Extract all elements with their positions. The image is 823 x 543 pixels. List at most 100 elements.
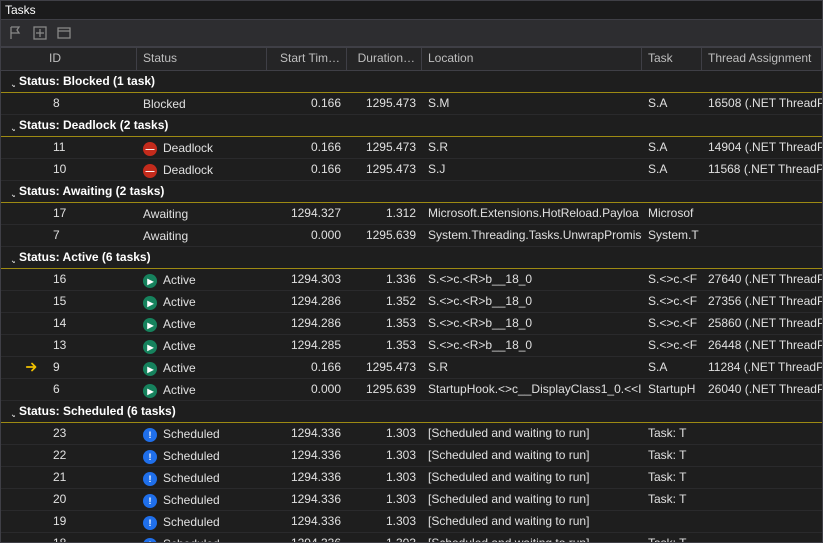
cell-duration: 1295.473	[347, 137, 422, 158]
group-blocked[interactable]: ⌄Status: Blocked (1 task)	[1, 71, 822, 93]
cell-status: Scheduled	[137, 533, 267, 542]
col-location[interactable]: Location	[422, 48, 642, 70]
row-gutter	[1, 269, 21, 290]
table-row[interactable]: 7Awaiting0.0001295.639System.Threading.T…	[1, 225, 822, 247]
cell-task: S.A	[642, 137, 702, 158]
row-current-marker	[21, 203, 43, 224]
row-current-marker	[21, 445, 43, 466]
col-id[interactable]: ID	[43, 48, 137, 70]
table-row[interactable]: 20Scheduled1294.3361.303[Scheduled and w…	[1, 489, 822, 511]
cell-status: Awaiting	[137, 225, 267, 246]
table-row[interactable]: 21Scheduled1294.3361.303[Scheduled and w…	[1, 467, 822, 489]
row-gutter	[1, 313, 21, 334]
cell-id: 16	[43, 269, 137, 290]
table-row[interactable]: 6Active0.0001295.639StartupHook.<>c__Dis…	[1, 379, 822, 401]
table-row[interactable]: 23Scheduled1294.3361.303[Scheduled and w…	[1, 423, 822, 445]
row-gutter	[1, 159, 21, 180]
col-duration[interactable]: Duration…	[347, 48, 422, 70]
cell-id: 22	[43, 445, 137, 466]
active-status-icon	[143, 384, 157, 398]
table-row[interactable]: 18Scheduled1294.3361.303[Scheduled and w…	[1, 533, 822, 542]
row-gutter	[1, 489, 21, 510]
group-label: Status: Deadlock (2 tasks)	[15, 115, 172, 136]
cell-start: 0.000	[267, 225, 347, 246]
col-thread[interactable]: Thread Assignment	[702, 48, 822, 70]
grid-body[interactable]: ⌄Status: Blocked (1 task)8Blocked0.16612…	[1, 71, 822, 542]
col-gutter[interactable]	[1, 48, 21, 70]
status-text: Awaiting	[143, 229, 188, 243]
cell-start: 1294.336	[267, 445, 347, 466]
window-icon[interactable]	[53, 22, 75, 44]
cell-status: Active	[137, 313, 267, 334]
group-active[interactable]: ⌄Status: Active (6 tasks)	[1, 247, 822, 269]
current-task-arrow-icon	[25, 360, 39, 374]
status-text: Active	[163, 273, 196, 287]
cell-id: 10	[43, 159, 137, 180]
cell-status: Scheduled	[137, 511, 267, 532]
table-row[interactable]: 8Blocked0.1661295.473S.MS.A16508 (.NET T…	[1, 93, 822, 115]
status-text: Scheduled	[163, 515, 220, 529]
status-text: Active	[163, 339, 196, 353]
toolbar	[1, 20, 822, 47]
group-awaiting[interactable]: ⌄Status: Awaiting (2 tasks)	[1, 181, 822, 203]
row-gutter	[1, 93, 21, 114]
status-text: Active	[163, 295, 196, 309]
row-current-marker	[21, 467, 43, 488]
table-row[interactable]: 14Active1294.2861.353S.<>c.<R>b__18_0S.<…	[1, 313, 822, 335]
cell-status: Blocked	[137, 93, 267, 114]
table-row[interactable]: 13Active1294.2851.353S.<>c.<R>b__18_0S.<…	[1, 335, 822, 357]
table-row[interactable]: 9Active0.1661295.473S.RS.A11284 (.NET Th…	[1, 357, 822, 379]
chevron-down-icon[interactable]: ⌄	[1, 247, 15, 268]
deadlock-status-icon	[143, 142, 157, 156]
flag-icon[interactable]	[5, 22, 27, 44]
cell-status: Active	[137, 379, 267, 400]
cell-status: Scheduled	[137, 423, 267, 444]
cell-start: 0.166	[267, 357, 347, 378]
status-text: Scheduled	[163, 493, 220, 507]
cell-task: S.A	[642, 159, 702, 180]
group-deadlock[interactable]: ⌄Status: Deadlock (2 tasks)	[1, 115, 822, 137]
cell-location: [Scheduled and waiting to run]	[422, 445, 642, 466]
titlebar[interactable]: Tasks	[1, 1, 822, 20]
cell-location: Microsoft.Extensions.HotReload.Payloa	[422, 203, 642, 224]
cell-start: 0.166	[267, 137, 347, 158]
cell-location: S.<>c.<R>b__18_0	[422, 291, 642, 312]
table-row[interactable]: 19Scheduled1294.3361.303[Scheduled and w…	[1, 511, 822, 533]
cell-start: 1294.285	[267, 335, 347, 356]
chevron-down-icon[interactable]: ⌄	[1, 401, 15, 422]
col-gutter2[interactable]	[21, 48, 43, 70]
table-row[interactable]: 16Active1294.3031.336S.<>c.<R>b__18_0S.<…	[1, 269, 822, 291]
active-status-icon	[143, 318, 157, 332]
cell-thread: 26448 (.NET ThreadP	[702, 335, 822, 356]
cell-location: [Scheduled and waiting to run]	[422, 467, 642, 488]
status-text: Deadlock	[163, 141, 213, 155]
table-row[interactable]: 10Deadlock0.1661295.473S.JS.A11568 (.NET…	[1, 159, 822, 181]
chevron-down-icon[interactable]: ⌄	[1, 71, 15, 92]
active-status-icon	[143, 362, 157, 376]
row-gutter	[1, 445, 21, 466]
frame-icon[interactable]	[29, 22, 51, 44]
table-row[interactable]: 17Awaiting1294.3271.312Microsoft.Extensi…	[1, 203, 822, 225]
status-text: Active	[163, 361, 196, 375]
group-scheduled[interactable]: ⌄Status: Scheduled (6 tasks)	[1, 401, 822, 423]
cell-start: 0.000	[267, 379, 347, 400]
table-row[interactable]: 11Deadlock0.1661295.473S.RS.A14904 (.NET…	[1, 137, 822, 159]
scheduled-status-icon	[143, 538, 157, 542]
chevron-down-icon[interactable]: ⌄	[1, 181, 15, 202]
active-status-icon	[143, 296, 157, 310]
cell-duration: 1.336	[347, 269, 422, 290]
col-task[interactable]: Task	[642, 48, 702, 70]
table-row[interactable]: 15Active1294.2861.352S.<>c.<R>b__18_0S.<…	[1, 291, 822, 313]
chevron-down-icon[interactable]: ⌄	[1, 115, 15, 136]
table-row[interactable]: 22Scheduled1294.3361.303[Scheduled and w…	[1, 445, 822, 467]
row-gutter	[1, 379, 21, 400]
cell-thread: 26040 (.NET ThreadP	[702, 379, 822, 400]
cell-duration: 1.303	[347, 511, 422, 532]
group-label: Status: Blocked (1 task)	[15, 71, 159, 92]
cell-start: 1294.336	[267, 489, 347, 510]
cell-thread: 11284 (.NET ThreadP	[702, 357, 822, 378]
col-status[interactable]: Status	[137, 48, 267, 70]
col-start[interactable]: Start Tim…	[267, 48, 347, 70]
cell-duration: 1.303	[347, 489, 422, 510]
row-current-marker	[21, 379, 43, 400]
